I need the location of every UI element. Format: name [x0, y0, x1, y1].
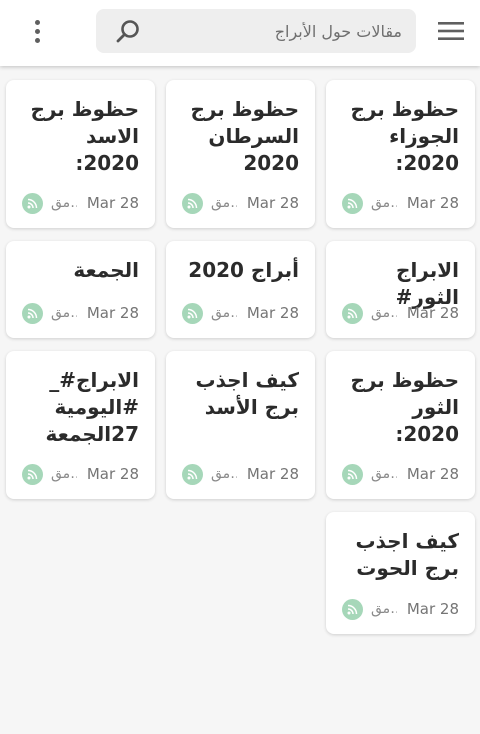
- rss-icon: [182, 302, 203, 324]
- article-card[interactable]: حظوظ برج السرطان 2020 مق… Mar 28: [166, 80, 315, 228]
- rss-icon: [22, 463, 43, 485]
- search-input[interactable]: [150, 9, 416, 53]
- article-card[interactable]: حظوظ برج الاسد 2020: مق… Mar 28: [6, 80, 155, 228]
- article-meta: مق… Mar 28: [22, 192, 139, 214]
- search-bar[interactable]: [96, 9, 416, 53]
- source-name: مق…: [211, 195, 237, 211]
- article-card[interactable]: الابراج الثور# مق… Mar 28: [326, 241, 475, 338]
- article-title: الجمعة: [73, 258, 139, 282]
- article-date: Mar 28: [246, 194, 299, 212]
- article-card[interactable]: الابراج#_ #اليومية 27الجمعة مق… Mar 28: [6, 351, 155, 499]
- article-date: Mar 28: [406, 465, 459, 483]
- top-app-bar: [0, 0, 480, 66]
- article-meta: مق… Mar 28: [342, 302, 459, 324]
- article-title: كيف اجذب برج الحوت: [355, 529, 460, 580]
- hamburger-menu-button[interactable]: [437, 9, 465, 53]
- article-date: Mar 28: [406, 304, 459, 322]
- article-date: Mar 28: [246, 304, 299, 322]
- article-meta: مق… Mar 28: [182, 192, 299, 214]
- article-meta: مق… Mar 28: [342, 192, 459, 214]
- article-card[interactable]: كيف اجذب برج الحوت مق… Mar 28: [326, 512, 475, 634]
- article-date: Mar 28: [406, 600, 459, 618]
- overflow-menu-button[interactable]: [15, 9, 59, 53]
- article-date: Mar 28: [86, 194, 139, 212]
- article-date: Mar 28: [86, 465, 139, 483]
- source-name: مق…: [371, 305, 397, 321]
- article-title: حظوظ برج السرطان 2020: [190, 97, 299, 175]
- article-date: Mar 28: [406, 194, 459, 212]
- article-card[interactable]: كيف اجذب برج الأسد مق… Mar 28: [166, 351, 315, 499]
- article-meta: مق… Mar 28: [182, 463, 299, 485]
- rss-icon: [342, 192, 363, 214]
- article-date: Mar 28: [86, 304, 139, 322]
- rss-icon: [342, 463, 363, 485]
- search-icon[interactable]: [106, 9, 150, 53]
- menu-icon: [438, 22, 464, 40]
- article-card[interactable]: أبراج 2020 مق… Mar 28: [166, 241, 315, 338]
- article-meta: مق… Mar 28: [22, 302, 139, 324]
- article-grid: حظوظ برج الجوزاء 2020: مق… Mar 28 حظوظ ب…: [5, 80, 475, 634]
- source-name: مق…: [211, 305, 237, 321]
- article-card[interactable]: حظوظ برج الثور 2020: مق… Mar 28: [326, 351, 475, 499]
- article-meta: مق… Mar 28: [22, 463, 139, 485]
- source-name: مق…: [371, 466, 397, 482]
- article-date: Mar 28: [246, 465, 299, 483]
- rss-icon: [182, 463, 203, 485]
- rss-icon: [342, 302, 363, 324]
- article-meta: مق… Mar 28: [342, 463, 459, 485]
- article-meta: مق… Mar 28: [342, 598, 459, 620]
- source-name: مق…: [211, 466, 237, 482]
- article-card[interactable]: حظوظ برج الجوزاء 2020: مق… Mar 28: [326, 80, 475, 228]
- rss-icon: [22, 192, 43, 214]
- article-title: الابراج#_ #اليومية 27الجمعة: [45, 368, 139, 446]
- article-meta: مق… Mar 28: [182, 302, 299, 324]
- article-card[interactable]: الجمعة مق… Mar 28: [6, 241, 155, 338]
- rss-icon: [182, 192, 203, 214]
- source-name: مق…: [51, 195, 77, 211]
- source-name: مق…: [371, 195, 397, 211]
- source-name: مق…: [371, 601, 397, 617]
- rss-icon: [342, 598, 363, 620]
- article-title: كيف اجذب برج الأسد: [195, 368, 300, 419]
- source-name: مق…: [51, 466, 77, 482]
- article-title: حظوظ برج الجوزاء 2020:: [350, 97, 459, 175]
- source-name: مق…: [51, 305, 77, 321]
- article-title: أبراج 2020: [188, 258, 299, 282]
- more-vert-icon: [34, 19, 40, 43]
- article-title: حظوظ برج الاسد 2020:: [30, 97, 139, 175]
- article-title: حظوظ برج الثور 2020:: [350, 368, 459, 446]
- rss-icon: [22, 302, 43, 324]
